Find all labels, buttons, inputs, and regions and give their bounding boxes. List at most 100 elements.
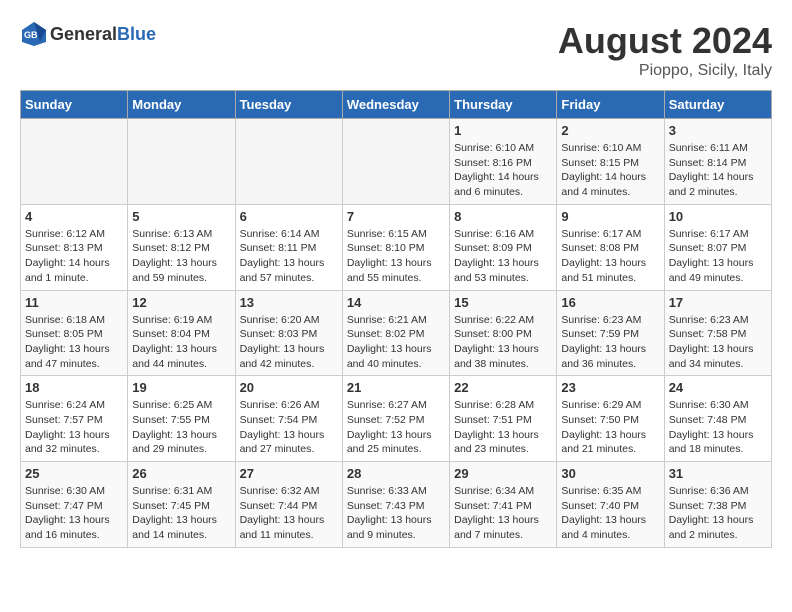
calendar-cell: 29Sunrise: 6:34 AMSunset: 7:41 PMDayligh… [450, 462, 557, 548]
day-info: Sunrise: 6:17 AMSunset: 8:08 PMDaylight:… [561, 227, 659, 286]
weekday-header-row: SundayMondayTuesdayWednesdayThursdayFrid… [21, 91, 772, 119]
calendar-cell: 28 Sunrise: 6:33 AMSunset: 7:43 PMDayligh… [342, 462, 449, 548]
day-info: Sunrise: 6:10 AMSunset: 8:15 PMDaylight:… [561, 141, 659, 200]
day-info: Sunrise: 6:24 AMSunset: 7:57 PMDaylight:… [25, 398, 123, 457]
day-info: Sunrise: 6:17 AMSunset: 8:07 PMDaylight:… [669, 227, 767, 286]
calendar-cell: 23Sunrise: 6:29 AMSunset: 7:50 PMDayligh… [557, 376, 664, 462]
calendar-cell: 27 Sunrise: 6:32 AMSunset: 7:44 PMDayligh… [235, 462, 342, 548]
day-number: 23 [561, 380, 659, 395]
weekday-header-saturday: Saturday [664, 91, 771, 119]
calendar-cell: 1 Sunrise: 6:10 AMSunset: 8:16 PMDaylight… [450, 119, 557, 205]
day-info: Sunrise: 6:20 AMSunset: 8:03 PMDaylight:… [240, 313, 338, 372]
calendar-cell: 11 Sunrise: 6:18 AMSunset: 8:05 PMDayligh… [21, 290, 128, 376]
calendar-cell: 9 Sunrise: 6:17 AMSunset: 8:08 PMDaylight… [557, 204, 664, 290]
calendar-cell: 4 Sunrise: 6:12 AMSunset: 8:13 PMDaylight… [21, 204, 128, 290]
day-number: 12 [132, 295, 230, 310]
weekday-header-friday: Friday [557, 91, 664, 119]
day-info: Sunrise: 6:11 AMSunset: 8:14 PMDaylight:… [669, 141, 767, 200]
day-info: Sunrise: 6:21 AMSunset: 8:02 PMDaylight:… [347, 313, 445, 372]
day-info: Sunrise: 6:35 AMSunset: 7:40 PMDaylight:… [561, 484, 659, 543]
day-info: Sunrise: 6:19 AMSunset: 8:04 PMDaylight:… [132, 313, 230, 372]
day-info: Sunrise: 6:27 AMSunset: 7:52 PMDaylight:… [347, 398, 445, 457]
day-info: Sunrise: 6:28 AMSunset: 7:51 PMDaylight:… [454, 398, 552, 457]
calendar-cell [21, 119, 128, 205]
day-number: 6 [240, 209, 338, 224]
weekday-header-tuesday: Tuesday [235, 91, 342, 119]
calendar-cell: 2Sunrise: 6:10 AMSunset: 8:15 PMDaylight… [557, 119, 664, 205]
day-info: Sunrise: 6:25 AMSunset: 7:55 PMDaylight:… [132, 398, 230, 457]
location: Pioppo, Sicily, Italy [558, 62, 772, 80]
day-info: Sunrise: 6:18 AMSunset: 8:05 PMDaylight:… [25, 313, 123, 372]
day-number: 27 [240, 466, 338, 481]
calendar-cell: 22 Sunrise: 6:28 AMSunset: 7:51 PMDayligh… [450, 376, 557, 462]
calendar-cell: 3 Sunrise: 6:11 AMSunset: 8:14 PMDaylight… [664, 119, 771, 205]
day-number: 31 [669, 466, 767, 481]
day-info: Sunrise: 6:30 AMSunset: 7:47 PMDaylight:… [25, 484, 123, 543]
day-number: 25 [25, 466, 123, 481]
day-number: 22 [454, 380, 552, 395]
calendar-cell: 31 Sunrise: 6:36 AMSunset: 7:38 PMDayligh… [664, 462, 771, 548]
day-info: Sunrise: 6:10 AMSunset: 8:16 PMDaylight:… [454, 141, 552, 200]
svg-text:GB: GB [24, 30, 38, 40]
calendar-week-row-3: 11 Sunrise: 6:18 AMSunset: 8:05 PMDayligh… [21, 290, 772, 376]
day-info: Sunrise: 6:22 AMSunset: 8:00 PMDaylight:… [454, 313, 552, 372]
day-number: 26 [132, 466, 230, 481]
logo-general: General [50, 24, 117, 44]
day-number: 9 [561, 209, 659, 224]
calendar-cell: 5 Sunrise: 6:13 AMSunset: 8:12 PMDaylight… [128, 204, 235, 290]
calendar-week-row-2: 4 Sunrise: 6:12 AMSunset: 8:13 PMDaylight… [21, 204, 772, 290]
calendar-cell: 21Sunrise: 6:27 AMSunset: 7:52 PMDayligh… [342, 376, 449, 462]
calendar-cell [128, 119, 235, 205]
weekday-header-monday: Monday [128, 91, 235, 119]
calendar-cell: 8 Sunrise: 6:16 AMSunset: 8:09 PMDaylight… [450, 204, 557, 290]
day-info: Sunrise: 6:30 AMSunset: 7:48 PMDaylight:… [669, 398, 767, 457]
calendar-cell: 25 Sunrise: 6:30 AMSunset: 7:47 PMDayligh… [21, 462, 128, 548]
calendar-cell: 13Sunrise: 6:20 AMSunset: 8:03 PMDayligh… [235, 290, 342, 376]
calendar-cell: 14 Sunrise: 6:21 AMSunset: 8:02 PMDayligh… [342, 290, 449, 376]
day-info: Sunrise: 6:16 AMSunset: 8:09 PMDaylight:… [454, 227, 552, 286]
weekday-header-thursday: Thursday [450, 91, 557, 119]
day-number: 14 [347, 295, 445, 310]
day-number: 8 [454, 209, 552, 224]
calendar-cell: 20 Sunrise: 6:26 AMSunset: 7:54 PMDayligh… [235, 376, 342, 462]
day-number: 18 [25, 380, 123, 395]
calendar-cell [235, 119, 342, 205]
day-number: 11 [25, 295, 123, 310]
calendar-cell: 7Sunrise: 6:15 AMSunset: 8:10 PMDaylight… [342, 204, 449, 290]
weekday-header-sunday: Sunday [21, 91, 128, 119]
day-number: 1 [454, 123, 552, 138]
day-info: Sunrise: 6:36 AMSunset: 7:38 PMDaylight:… [669, 484, 767, 543]
day-info: Sunrise: 6:23 AMSunset: 7:59 PMDaylight:… [561, 313, 659, 372]
logo: GB GeneralBlue [20, 20, 156, 48]
day-number: 4 [25, 209, 123, 224]
day-number: 24 [669, 380, 767, 395]
day-info: Sunrise: 6:13 AMSunset: 8:12 PMDaylight:… [132, 227, 230, 286]
month-year: August 2024 [558, 20, 772, 62]
day-number: 20 [240, 380, 338, 395]
weekday-header-wednesday: Wednesday [342, 91, 449, 119]
calendar-week-row-4: 18 Sunrise: 6:24 AMSunset: 7:57 PMDayligh… [21, 376, 772, 462]
day-number: 7 [347, 209, 445, 224]
calendar-cell: 24 Sunrise: 6:30 AMSunset: 7:48 PMDayligh… [664, 376, 771, 462]
calendar-cell: 12 Sunrise: 6:19 AMSunset: 8:04 PMDayligh… [128, 290, 235, 376]
logo-blue: Blue [117, 24, 156, 44]
calendar-cell: 16Sunrise: 6:23 AMSunset: 7:59 PMDayligh… [557, 290, 664, 376]
day-info: Sunrise: 6:31 AMSunset: 7:45 PMDaylight:… [132, 484, 230, 543]
day-number: 30 [561, 466, 659, 481]
day-info: Sunrise: 6:23 AMSunset: 7:58 PMDaylight:… [669, 313, 767, 372]
day-info: Sunrise: 6:26 AMSunset: 7:54 PMDaylight:… [240, 398, 338, 457]
calendar-cell: 15Sunrise: 6:22 AMSunset: 8:00 PMDayligh… [450, 290, 557, 376]
day-info: Sunrise: 6:12 AMSunset: 8:13 PMDaylight:… [25, 227, 123, 286]
day-info: Sunrise: 6:33 AMSunset: 7:43 PMDaylight:… [347, 484, 445, 543]
calendar-cell: 17 Sunrise: 6:23 AMSunset: 7:58 PMDayligh… [664, 290, 771, 376]
day-number: 3 [669, 123, 767, 138]
logo-icon: GB [20, 20, 48, 48]
day-number: 28 [347, 466, 445, 481]
day-number: 17 [669, 295, 767, 310]
day-number: 19 [132, 380, 230, 395]
page-header: GB GeneralBlue August 2024 Pioppo, Sicil… [20, 20, 772, 80]
day-number: 5 [132, 209, 230, 224]
logo-text: GeneralBlue [50, 24, 156, 45]
day-info: Sunrise: 6:32 AMSunset: 7:44 PMDaylight:… [240, 484, 338, 543]
calendar-cell [342, 119, 449, 205]
